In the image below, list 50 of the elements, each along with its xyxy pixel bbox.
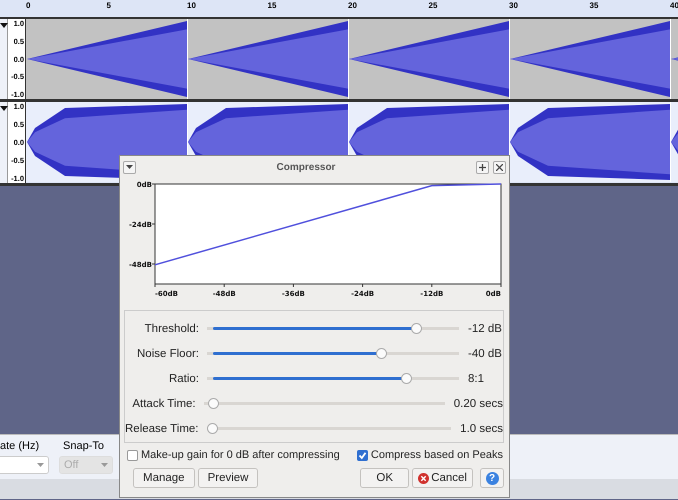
ruler-label: 15 [268,1,276,10]
ruler-label: 35 [590,1,598,10]
slider-label: Threshold: [144,322,199,334]
slider-label: Noise Floor: [136,348,199,360]
ruler-label: 30 [509,1,518,10]
dialog-button[interactable]: Manage [133,468,195,488]
dropdown-field[interactable] [0,456,49,474]
slider-value: 1.0 secs [460,422,503,434]
ruler-label: 25 [428,1,438,10]
checkbox-label: Make-up gain for 0 dB after compressing [141,449,340,461]
dialog-button[interactable]: Preview [198,468,258,488]
dropdown-arrow-icon [37,463,44,467]
ruler-label: 5 [106,1,111,10]
dropdown-arrow-icon [101,463,108,467]
checkbox-label: Compress based on Peaks [370,449,503,461]
ok-button[interactable]: OK [360,468,410,488]
cancel-button[interactable]: Cancel [412,468,473,488]
slider-label: Release Time: [125,422,199,434]
slider-thumb[interactable] [376,348,387,359]
slider-thumb[interactable] [411,323,422,334]
track-control-panel[interactable] [0,19,8,99]
waveform-drawing[interactable] [26,19,678,99]
slider-label: Ratio: [168,372,199,384]
checkbox[interactable] [127,450,138,460]
slider-value: 0.20 secs [454,398,503,410]
slider-thumb[interactable] [401,373,412,384]
slider-value: 8:1 [468,372,484,384]
checkbox[interactable] [356,450,368,460]
dropdown-arrow-icon[interactable] [0,106,8,111]
slider-thumb[interactable] [208,398,220,409]
caret-icon [126,165,133,169]
toolbar-label: Snap-To [62,440,105,452]
window-title: Compressor [276,162,336,172]
slider-value: -40 dB [468,348,502,360]
toolbar-label: ate (Hz) [0,440,40,452]
dropdown-arrow-icon[interactable] [0,23,8,28]
window-menu-button[interactable] [123,160,136,174]
close-icon [496,164,503,170]
plus-icon [479,164,486,170]
track-control-panel[interactable] [0,102,8,183]
help-button[interactable]: ? [480,468,504,488]
ruler-label: 10 [187,1,196,10]
slider-value: -12 dB [468,322,502,334]
slider-thumb[interactable] [206,423,218,434]
maximize-button[interactable] [476,160,489,174]
slider-label: Attack Time: [131,398,196,410]
close-button[interactable] [493,160,506,174]
ruler-label: 20 [348,1,357,10]
ruler-label: 0 [26,1,30,10]
cancel-icon [418,472,430,484]
